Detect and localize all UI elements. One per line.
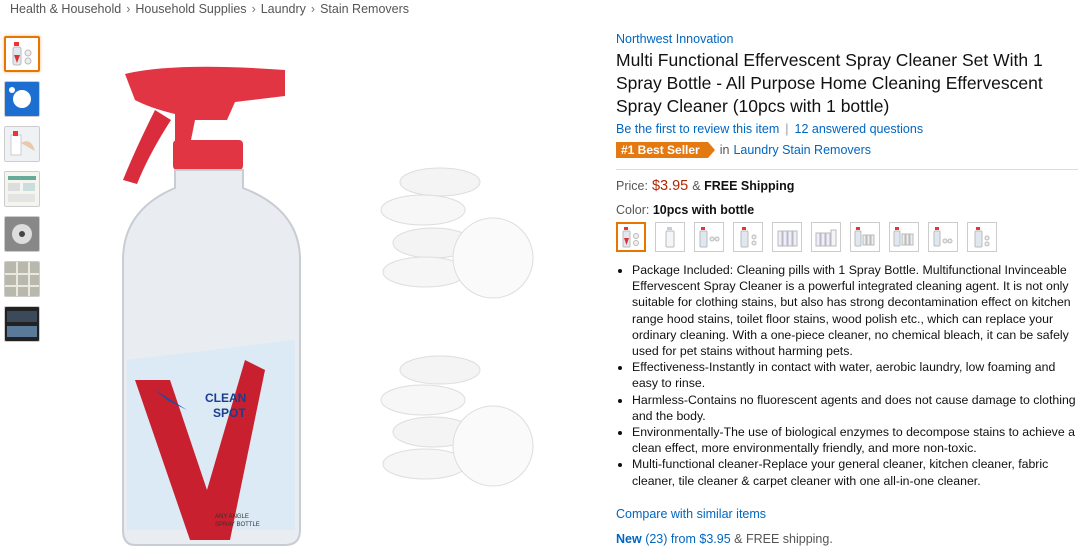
- brand-link[interactable]: Northwest Innovation: [616, 32, 1078, 46]
- multi-bottle-swatch-icon: [815, 229, 837, 247]
- color-swatches: [616, 222, 1078, 252]
- bottle-pack-swatch-icon: [699, 227, 720, 248]
- chevron-right-icon: ›: [126, 2, 131, 16]
- product-details: Northwest Innovation Multi Functional Ef…: [616, 32, 1078, 546]
- feature-bullet: Package Included: Cleaning pills with 1 …: [632, 262, 1078, 359]
- swatch-4[interactable]: [733, 222, 763, 252]
- swatch-10[interactable]: [967, 222, 997, 252]
- chevron-right-icon: ›: [310, 2, 316, 16]
- feature-bullet: Environmentally-The use of biological en…: [632, 424, 1078, 456]
- tile-thumb-icon: [5, 262, 39, 296]
- breadcrumb-laundry[interactable]: Laundry: [261, 2, 306, 16]
- thumbnail-6[interactable]: [4, 261, 40, 297]
- bottle-brand-text: CLEAN: [205, 391, 246, 405]
- swatch-6[interactable]: [811, 222, 841, 252]
- best-seller-in-text: in: [719, 143, 730, 157]
- feature-bullet: Effectiveness-Instantly in contact with …: [632, 359, 1078, 391]
- bottle-pack-swatch-icon: [854, 227, 875, 247]
- swatch-1[interactable]: [616, 222, 646, 252]
- breadcrumb-health[interactable]: Health & Household: [10, 2, 121, 16]
- bottle-pack-swatch-icon: [933, 227, 953, 247]
- bottle-swatch-icon: [622, 227, 639, 248]
- trigger-handle-icon: [123, 110, 171, 184]
- thumbnail-strip: [4, 36, 42, 351]
- bottle-subtext: ANY ANGLE: [215, 514, 249, 520]
- hand-spray-thumb-icon: [5, 127, 39, 161]
- product-thumb-icon: [12, 42, 32, 66]
- new-offers-row: New (23) from $3.95 & FREE shipping.: [616, 532, 1078, 546]
- swatch-8[interactable]: [889, 222, 919, 252]
- breadcrumb-stain-removers[interactable]: Stain Removers: [320, 2, 409, 16]
- swatch-3[interactable]: [694, 222, 724, 252]
- info-card-thumb-icon: [5, 172, 39, 206]
- review-link[interactable]: Be the first to review this item: [616, 122, 779, 136]
- bottle-brand-text-2: SPOT: [213, 406, 246, 420]
- review-row: Be the first to review this item | 12 answ…: [616, 122, 1078, 136]
- bottle-pack-swatch-icon: [740, 227, 757, 248]
- thumbnail-7[interactable]: [4, 306, 40, 342]
- tablet-stack-top-icon: [380, 167, 534, 299]
- section-divider: [616, 169, 1078, 170]
- price-row: Price: $3.95 & FREE Shipping: [616, 178, 1078, 194]
- breadcrumb: Health & Household › Household Supplies › La…: [10, 2, 409, 16]
- bottle-subtext-2: SPRAY BOTTLE: [215, 522, 260, 528]
- thumbnail-4[interactable]: [4, 171, 40, 207]
- best-seller-badge[interactable]: #1 Best Seller: [616, 142, 715, 158]
- breadcrumb-household[interactable]: Household Supplies: [135, 2, 246, 16]
- before-after-thumb-icon: [5, 307, 39, 341]
- color-value: 10pcs with bottle: [652, 203, 755, 217]
- best-seller-category-link[interactable]: Laundry Stain Removers: [733, 143, 871, 157]
- main-product-image[interactable]: CLEAN SPOT ANY ANGLE SPRAY BOTTLE: [95, 60, 555, 550]
- thumbnail-3[interactable]: [4, 126, 40, 162]
- swatch-2[interactable]: [655, 222, 685, 252]
- color-label: Color:: [616, 203, 650, 217]
- divider-bar: |: [785, 122, 789, 136]
- bottle-cap-icon: [173, 140, 243, 170]
- thumbnail-2[interactable]: [4, 81, 40, 117]
- empty-bottle-swatch-icon: [665, 227, 675, 248]
- best-seller-row: #1 Best Seller in Laundry Stain Removers: [616, 142, 1078, 158]
- free-shipping-text: FREE Shipping: [704, 179, 795, 193]
- bottle-pack-swatch-icon: [974, 227, 990, 248]
- sink-thumb-icon: [5, 217, 39, 251]
- chevron-right-icon: ›: [251, 2, 256, 16]
- swatch-7[interactable]: [850, 222, 880, 252]
- tablet-stack-bottom-icon: [380, 355, 534, 487]
- swatch-9[interactable]: [928, 222, 958, 252]
- feature-bullet: Harmless-Contains no fluorescent agents …: [632, 392, 1078, 424]
- swatch-5[interactable]: [772, 222, 802, 252]
- feature-bullets: Package Included: Cleaning pills with 1 …: [616, 262, 1078, 489]
- new-offers-shipping: & FREE shipping.: [734, 531, 833, 546]
- multi-bottle-swatch-icon: [777, 230, 798, 247]
- compare-link[interactable]: Compare with similar items: [616, 507, 1078, 521]
- color-row: Color: 10pcs with bottle: [616, 203, 1078, 217]
- feature-bullet: Multi-functional cleaner-Replace your ge…: [632, 456, 1078, 488]
- price-amp: &: [692, 179, 701, 193]
- new-offers-count[interactable]: (23) from $3.95: [645, 532, 730, 546]
- new-offers-link[interactable]: New: [616, 532, 642, 546]
- price-label: Price:: [616, 179, 648, 193]
- product-title: Multi Functional Effervescent Spray Clea…: [616, 50, 1043, 116]
- tablet-blue-thumb-icon: [5, 82, 39, 116]
- thumbnail-1[interactable]: [4, 36, 40, 72]
- thumbnail-5[interactable]: [4, 216, 40, 252]
- bottle-pack-swatch-icon: [893, 227, 914, 247]
- questions-link[interactable]: 12 answered questions: [795, 122, 924, 136]
- price-value: $3.95: [651, 178, 689, 194]
